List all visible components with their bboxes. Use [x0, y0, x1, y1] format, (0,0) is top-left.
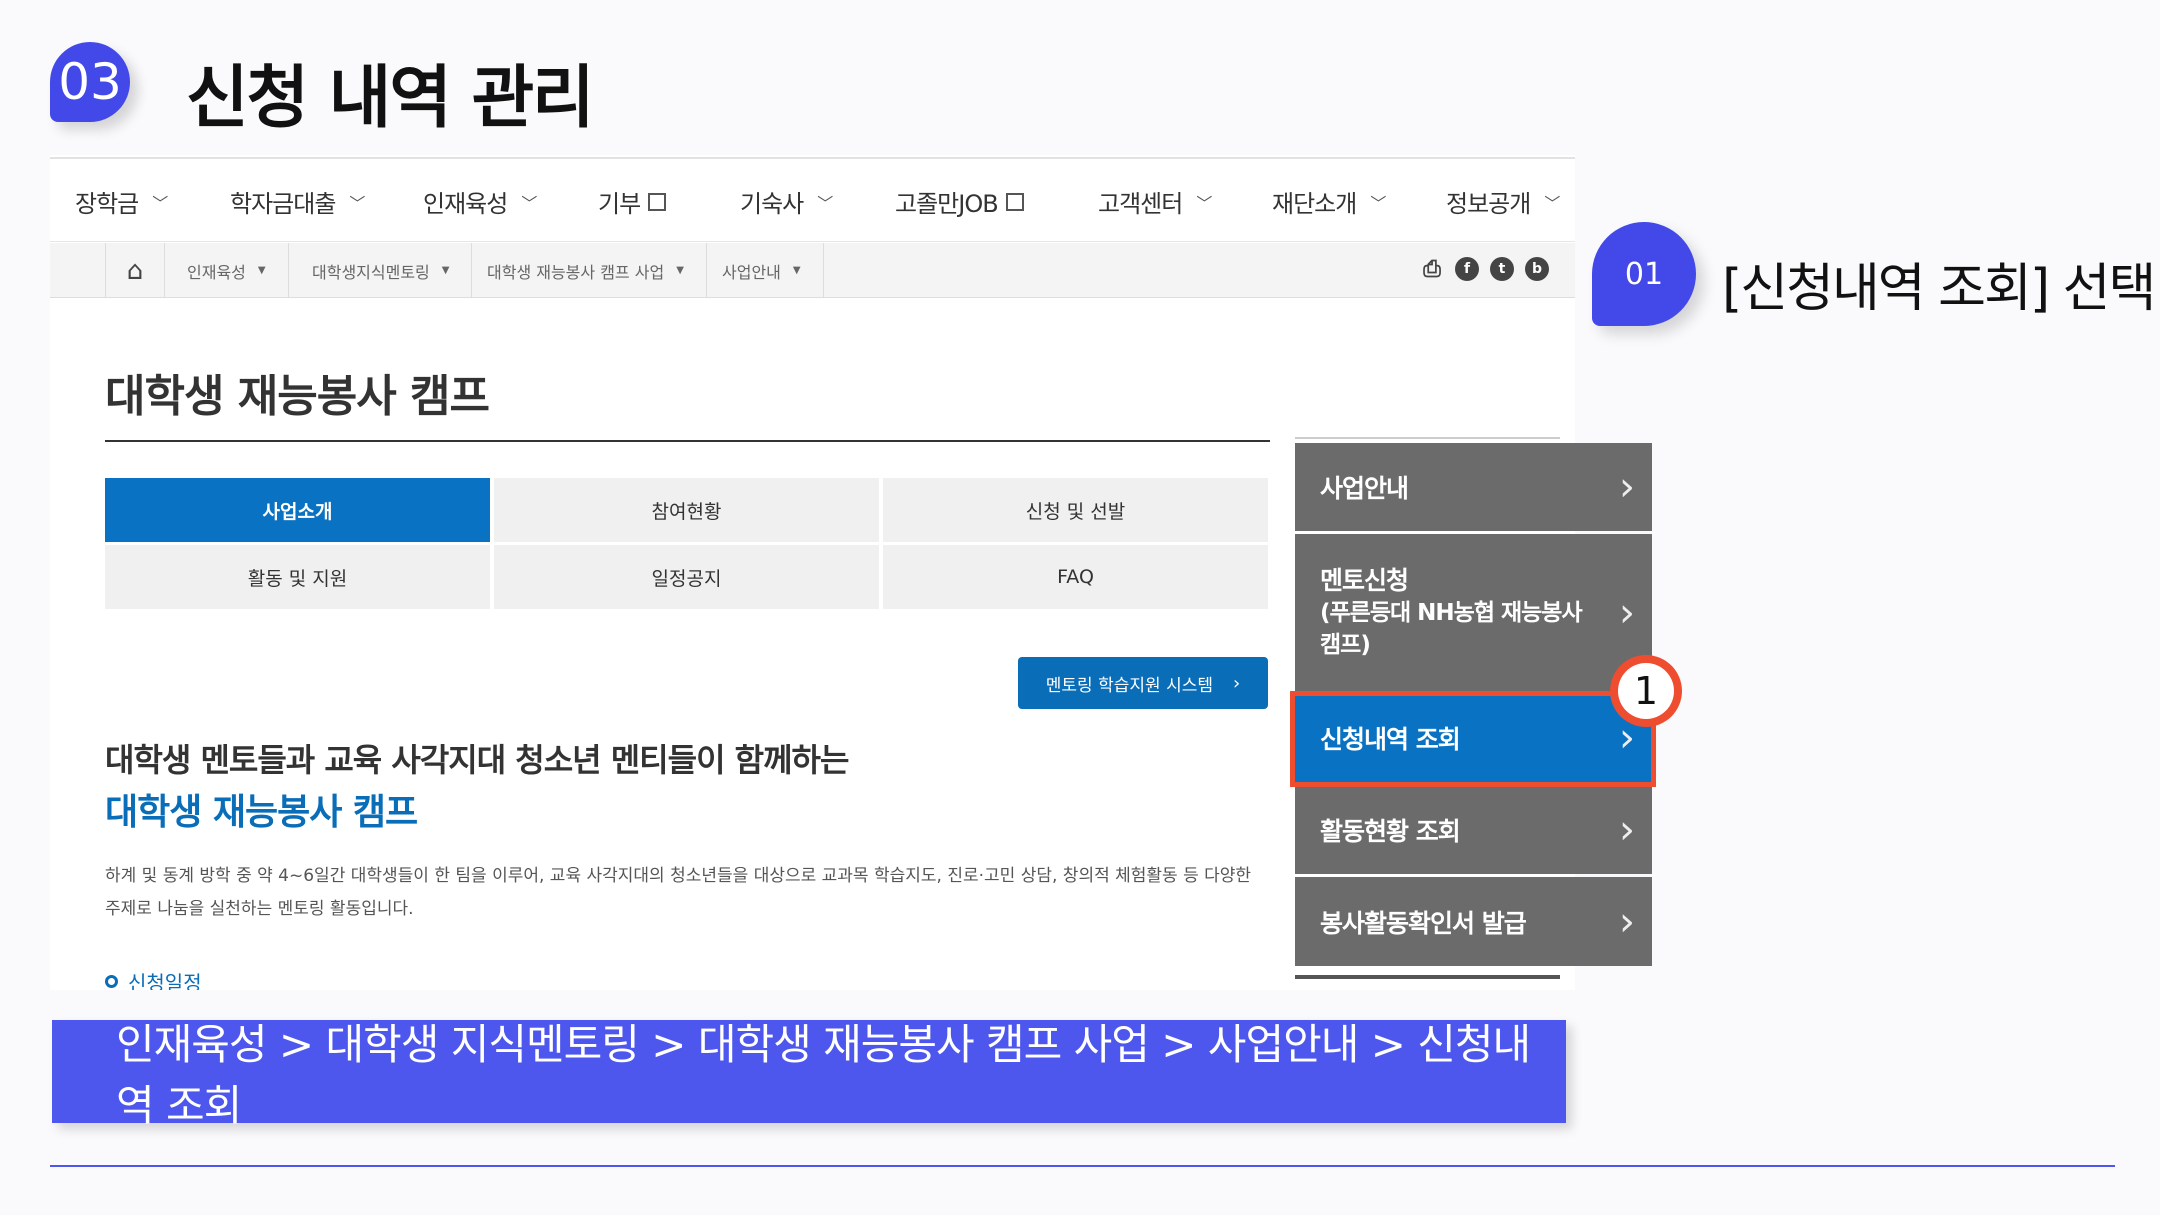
breadcrumb-item[interactable]: 인재육성 ▼: [165, 243, 289, 298]
gnb-item-talent[interactable]: 인재육성 ﹀: [423, 159, 537, 244]
chevron-down-icon: ﹀: [349, 193, 365, 213]
global-nav: 장학금 ﹀ 학자금대출 ﹀ 인재육성 ﹀ 기부 기숙사 ﹀ 고졸만JOB 고객센터 ﹀ 재…: [50, 157, 1575, 242]
chevron-down-icon: ﹀: [521, 193, 537, 213]
home-icon[interactable]: ⌂: [105, 243, 165, 298]
navigation-path: 인재육성 > 대학생 지식멘토링 > 대학생 재능봉사 캠프 사업 > 사업안내…: [52, 1020, 1566, 1130]
chevron-right-icon: ›: [1619, 589, 1635, 636]
gnb-item-scholarship[interactable]: 장학금 ﹀: [75, 159, 168, 244]
tab-status[interactable]: 참여현황: [494, 478, 879, 542]
divider: [1295, 437, 1560, 439]
gnb-item-dormitory[interactable]: 기숙사 ﹀: [740, 159, 833, 244]
headline-program: 대학생 재능봉사 캠프: [105, 792, 418, 833]
chevron-right-icon: ›: [1233, 672, 1241, 694]
gnb-item-donation[interactable]: 기부: [598, 159, 667, 244]
divider: [1295, 975, 1560, 979]
blog-icon[interactable]: b: [1525, 257, 1549, 281]
sub-step-badge: 01: [1592, 222, 1696, 326]
chevron-down-icon: ﹀: [1370, 193, 1386, 213]
gnb-item-loan[interactable]: 학자금대출 ﹀: [230, 159, 365, 244]
breadcrumb-item[interactable]: 대학생지식멘토링 ▼: [290, 243, 473, 298]
step-marker: 1: [1610, 655, 1682, 727]
caret-down-icon: ▼: [257, 265, 266, 276]
chevron-right-icon: ›: [1619, 806, 1635, 853]
gnb-item-disclosure[interactable]: 정보공개 ﹀: [1446, 159, 1560, 244]
side-item-overview[interactable]: 사업안내 ›: [1295, 443, 1652, 531]
caret-down-icon: ▼: [441, 265, 450, 276]
divider: [50, 1165, 2115, 1167]
tab-faq[interactable]: FAQ: [883, 545, 1268, 609]
mentor-system-button[interactable]: 멘토링 학습지원 시스템 ›: [1018, 657, 1268, 709]
gnb-item-foundation[interactable]: 재단소개 ﹀: [1272, 159, 1386, 244]
circle-bullet-icon: [105, 975, 118, 988]
highlight-box: [1290, 691, 1656, 787]
external-link-icon: [1005, 192, 1024, 211]
chevron-down-icon: ﹀: [152, 193, 168, 213]
tab-activity[interactable]: 활동 및 지원: [105, 545, 490, 609]
print-icon[interactable]: ⎙: [1420, 257, 1444, 282]
breadcrumb-item[interactable]: 대학생 재능봉사 캠프 사업 ▼: [465, 243, 707, 298]
divider: [105, 440, 1270, 442]
step-badge: 03: [50, 42, 130, 122]
schedule-heading: 신청일정: [105, 967, 202, 990]
chevron-down-icon: ﹀: [1544, 193, 1560, 213]
content-title: 대학생 재능봉사 캠프: [105, 371, 490, 422]
chevron-right-icon: ›: [1619, 898, 1635, 945]
side-item-mentor-apply[interactable]: 멘토신청 (푸른등대 NH농협 재능봉사 캠프) ›: [1295, 534, 1652, 691]
tab-apply[interactable]: 신청 및 선발: [883, 478, 1268, 542]
chevron-right-icon: ›: [1619, 464, 1635, 510]
external-link-icon: [648, 192, 667, 211]
gnb-item-customer[interactable]: 고객센터 ﹀: [1098, 159, 1212, 244]
description: 하계 및 동계 방학 중 약 4~6일간 대학생들이 한 팀을 이루어, 교육 …: [105, 866, 1252, 919]
side-item-activity-status[interactable]: 활동현황 조회 ›: [1295, 785, 1652, 874]
breadcrumb: ⌂ 인재육성 ▼ 대학생지식멘토링 ▼ 대학생 재능봉사 캠프 사업 ▼ 사업안내 ▼ …: [50, 243, 1575, 298]
breadcrumb-item[interactable]: 사업안내 ▼: [700, 243, 824, 298]
headline: 대학생 멘토들과 교육 사각지대 청소년 멘티들이 함께하는: [105, 741, 849, 779]
page-title: 신청 내역 관리: [186, 59, 595, 138]
caret-down-icon: ▼: [676, 265, 684, 276]
chevron-down-icon: ﹀: [1196, 193, 1212, 213]
gnb-item-job[interactable]: 고졸만JOB: [895, 159, 1024, 244]
tab-schedule[interactable]: 일정공지: [494, 545, 879, 609]
instruction-text: [신청내역 조회] 선택: [1722, 259, 2156, 319]
facebook-icon[interactable]: f: [1455, 257, 1479, 281]
side-item-certificate[interactable]: 봉사활동확인서 발급 ›: [1295, 877, 1652, 966]
tab-intro[interactable]: 사업소개: [105, 478, 490, 542]
twitter-icon[interactable]: t: [1490, 257, 1514, 281]
chevron-down-icon: ﹀: [817, 193, 833, 213]
caret-down-icon: ▼: [792, 265, 801, 276]
